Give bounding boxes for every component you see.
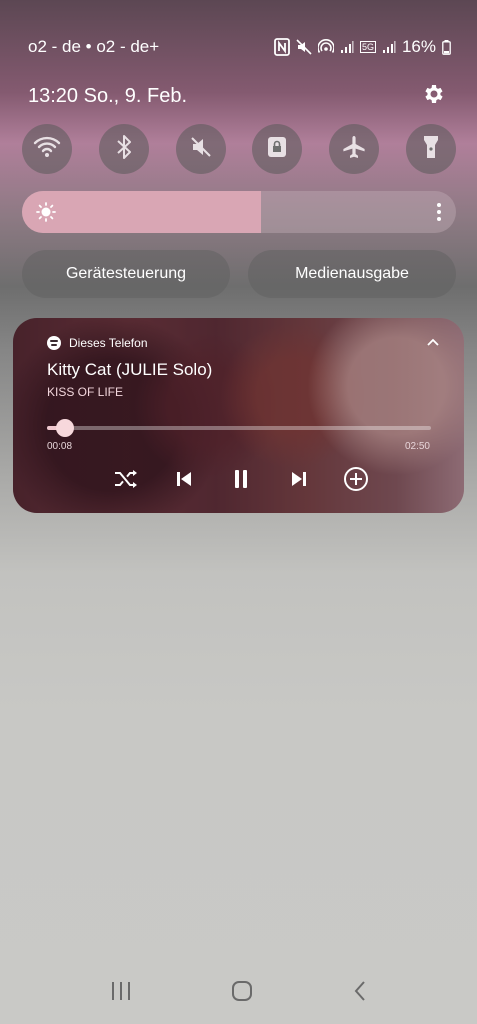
battery-percent: 16% — [401, 37, 436, 56]
progress-track[interactable] — [47, 419, 431, 437]
total-time: 02:50 — [404, 441, 430, 452]
device-control-button[interactable]: Gerätesteuerung — [22, 250, 230, 298]
spotify-icon — [47, 336, 61, 350]
previous-icon[interactable] — [169, 464, 199, 494]
media-source-label: Dieses Telefon — [69, 336, 148, 350]
status-icons: 5G 16% — [274, 37, 451, 57]
shuffle-icon[interactable] — [111, 464, 141, 494]
brightness-fill — [22, 191, 261, 233]
tile-wifi[interactable] — [22, 124, 72, 174]
recent-apps-icon[interactable] — [110, 981, 132, 1006]
media-source: Dieses Telefon — [47, 336, 148, 350]
artist-name: KISS OF LIFE — [47, 385, 124, 399]
tile-rotation-lock[interactable] — [252, 124, 303, 174]
brightness-slider[interactable] — [22, 191, 456, 233]
bluetooth-icon — [115, 134, 133, 165]
carrier-label: o2 - de • o2 - de+ — [28, 37, 160, 56]
mute-icon — [189, 135, 213, 164]
hotspot-icon — [317, 39, 334, 55]
shortcut-buttons: Gerätesteuerung Medienausgabe — [22, 250, 456, 298]
status-bar: o2 - de • o2 - de+ 5G 16% — [28, 36, 451, 58]
song-title: Kitty Cat (JULIE Solo) — [47, 360, 213, 379]
media-player-card[interactable]: Dieses Telefon Kitty Cat (JULIE Solo) KI… — [13, 318, 464, 513]
network-tag: 5G — [359, 41, 376, 53]
date-time: 13:20 So., 9. Feb. — [28, 84, 187, 107]
next-icon[interactable] — [284, 464, 314, 494]
tile-airplane[interactable] — [329, 124, 380, 174]
add-icon[interactable] — [341, 464, 371, 494]
pause-icon[interactable] — [226, 464, 256, 494]
back-icon[interactable] — [353, 980, 367, 1007]
playback-controls — [111, 464, 371, 494]
mute-icon — [296, 39, 312, 55]
sun-icon — [36, 202, 56, 227]
wifi-icon — [33, 136, 61, 163]
more-options-icon[interactable] — [436, 201, 442, 228]
tile-sound[interactable] — [175, 124, 226, 174]
tile-flashlight[interactable] — [405, 124, 456, 174]
quick-tiles — [22, 124, 456, 174]
airplane-icon — [341, 134, 367, 165]
nfc-icon — [274, 38, 290, 56]
signal-icon-2 — [382, 40, 396, 54]
flashlight-icon — [422, 134, 440, 165]
media-output-button[interactable]: Medienausgabe — [248, 250, 456, 298]
navigation-bar — [0, 978, 477, 1008]
lock-icon — [266, 135, 288, 164]
battery-icon — [442, 39, 451, 55]
gear-icon[interactable] — [421, 82, 445, 111]
home-icon[interactable] — [231, 980, 253, 1007]
tile-bluetooth[interactable] — [98, 124, 149, 174]
chevron-up-icon[interactable] — [426, 334, 440, 352]
progress-knob[interactable] — [56, 419, 75, 437]
elapsed-time: 00:08 — [47, 441, 73, 452]
header-row: 13:20 So., 9. Feb. — [28, 82, 445, 110]
signal-icon — [340, 40, 354, 54]
